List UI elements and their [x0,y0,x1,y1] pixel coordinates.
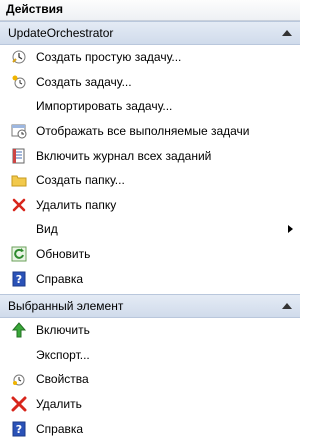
actions-pane: Действия UpdateOrchestrator Создать прос… [0,0,300,448]
action-enable[interactable]: Включить [0,318,300,343]
action-label: Отображать все выполняемые задачи [36,124,250,139]
action-import-task[interactable]: Импортировать задачу... [0,94,300,119]
action-label: Создать простую задачу... [36,50,182,65]
action-label: Создать папку... [36,173,125,188]
history-log-icon [11,148,27,164]
submenu-arrow-icon [288,225,293,234]
action-label: Свойства [36,372,89,387]
delete-icon [11,396,27,412]
action-create-task[interactable]: Создать задачу... [0,70,300,95]
create-task-icon [11,74,27,90]
action-label: Экспорт... [36,347,90,362]
action-create-folder[interactable]: Создать папку... [0,168,300,193]
action-label: Вид [36,222,58,237]
action-delete-folder[interactable]: Удалить папку [0,193,300,218]
refresh-icon [11,246,27,262]
action-label: Обновить [36,247,91,262]
collapse-arrow-icon[interactable] [282,302,292,309]
action-label: Включить [36,323,90,338]
action-label: Удалить папку [36,197,117,212]
running-tasks-icon [11,123,27,139]
action-help-selected[interactable]: ? Справка [0,416,300,441]
pane-title: Действия [0,0,300,21]
section-title: UpdateOrchestrator [8,26,114,40]
section-header-orchestrator[interactable]: UpdateOrchestrator [0,21,300,45]
action-label: Справка [36,421,84,436]
delete-icon [11,197,27,213]
section-header-selected[interactable]: Выбранный элемент [0,293,300,318]
folder-icon [11,172,27,188]
basic-task-icon [11,49,27,65]
blank-icon [11,347,27,363]
svg-text:?: ? [16,423,22,436]
blank-icon [11,221,27,237]
action-delete[interactable]: Удалить [0,392,300,417]
collapse-arrow-icon[interactable] [282,30,292,36]
action-label: Удалить [36,397,82,412]
enable-arrow-icon [11,322,27,338]
action-create-basic-task[interactable]: Создать простую задачу... [0,45,300,70]
action-view[interactable]: Вид [0,217,300,242]
action-label: Справка [36,271,84,286]
action-display-running-tasks[interactable]: Отображать все выполняемые задачи [0,119,300,144]
action-refresh[interactable]: Обновить [0,242,300,267]
blank-icon [11,98,27,114]
action-enable-history[interactable]: Включить журнал всех заданий [0,143,300,168]
action-export[interactable]: Экспорт... [0,343,300,368]
help-icon: ? [11,421,27,437]
action-label: Создать задачу... [36,74,132,89]
properties-icon [11,371,27,387]
action-label: Включить журнал всех заданий [36,148,212,163]
help-icon: ? [11,271,27,287]
action-help[interactable]: ? Справка [0,266,300,291]
action-label: Импортировать задачу... [36,99,173,114]
svg-text:?: ? [16,273,22,286]
action-properties[interactable]: Свойства [0,367,300,392]
section-title: Выбранный элемент [8,298,124,313]
